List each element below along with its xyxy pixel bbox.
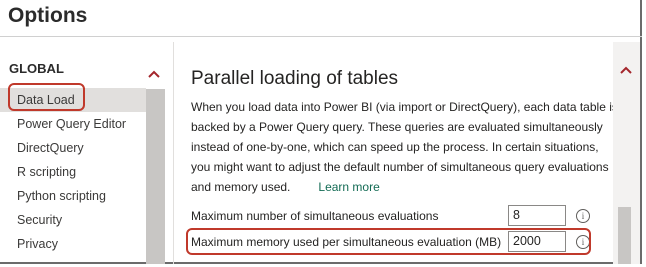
content-scrollbar-thumb[interactable] xyxy=(618,207,631,264)
sidebar-item-r-scripting[interactable]: R scripting xyxy=(0,160,148,184)
learn-more-link[interactable]: Learn more xyxy=(318,180,379,194)
sidebar-group-global: GLOBAL xyxy=(9,61,64,76)
max-memory-highlight xyxy=(186,228,591,255)
sidebar-item-privacy[interactable]: Privacy xyxy=(0,232,148,256)
sidebar-item-power-query-editor[interactable]: Power Query Editor xyxy=(0,112,148,136)
description-text: When you load data into Power BI (via im… xyxy=(191,100,613,194)
max-evaluations-input[interactable]: 8 xyxy=(508,205,566,226)
sidebar-item-security[interactable]: Security xyxy=(0,208,148,232)
window-title: Options xyxy=(8,4,88,27)
content-scroll-up-icon[interactable] xyxy=(619,64,633,78)
section-description: When you load data into Power BI (via im… xyxy=(191,97,613,197)
data-load-highlight xyxy=(8,83,85,111)
sidebar-scrollbar-thumb[interactable] xyxy=(146,89,165,264)
title-divider xyxy=(0,36,642,37)
sidebar: GLOBAL Data Load Power Query Editor Dire… xyxy=(0,42,148,264)
max-evaluations-label: Maximum number of simultaneous evaluatio… xyxy=(191,209,439,223)
sidebar-item-directquery[interactable]: DirectQuery xyxy=(0,136,148,160)
sidebar-item-python-scripting[interactable]: Python scripting xyxy=(0,184,148,208)
sidebar-scroll-up-icon[interactable] xyxy=(147,68,161,82)
max-evaluations-info-icon[interactable]: i xyxy=(576,209,590,223)
section-heading: Parallel loading of tables xyxy=(191,68,399,89)
